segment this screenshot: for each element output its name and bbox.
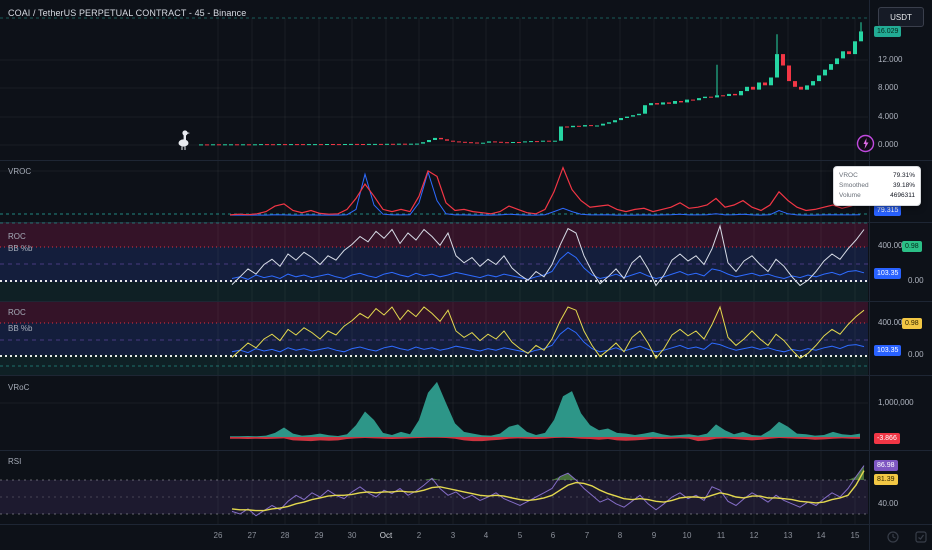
pane-label-vroc2[interactable]: VRoC xyxy=(8,383,29,393)
vroc2-negative-area xyxy=(230,437,860,442)
axis-tick-label: 0.00 xyxy=(908,350,924,359)
time-axis-label[interactable]: 7 xyxy=(585,531,589,541)
pane-label-bb-a[interactable]: BB %b xyxy=(8,244,32,254)
axis-tick-label: 0.000 xyxy=(878,140,899,149)
pane-label-roc-b[interactable]: ROC xyxy=(8,308,26,318)
roc-a-value-badge: 103.35 xyxy=(874,268,902,279)
price-candles xyxy=(199,22,863,146)
rocA-lower-band xyxy=(0,282,868,301)
rocB-upper-band xyxy=(0,302,868,323)
pane-label-roc-a[interactable]: ROC xyxy=(8,232,26,242)
time-axis-label[interactable]: 28 xyxy=(281,531,290,541)
axis-tick-label: 4.000 xyxy=(878,112,899,121)
time-axis-label[interactable]: 6 xyxy=(551,531,555,541)
axis-tick-label: 8.000 xyxy=(878,83,899,92)
pane-label-vroc[interactable]: VROC xyxy=(8,167,31,177)
rsi-smoothed-badge: 81.39 xyxy=(874,474,898,485)
time-axis-label[interactable]: 4 xyxy=(484,531,488,541)
rsi-fast-badge: 86.98 xyxy=(874,460,898,471)
tooltip-value: 4696311 xyxy=(890,192,915,199)
tooltip-row: VROC 79.31% xyxy=(839,171,915,181)
pane-label-bb-b[interactable]: BB %b xyxy=(8,324,32,334)
time-axis-label[interactable]: 27 xyxy=(248,531,257,541)
time-axis-label[interactable]: 26 xyxy=(214,531,223,541)
tooltip-label: Smoothed xyxy=(839,182,869,189)
background-bands xyxy=(0,223,868,514)
axis-tick-label: 1,000,000 xyxy=(878,398,914,407)
time-axis-label[interactable]: 5 xyxy=(518,531,522,541)
time-axis-label[interactable]: 30 xyxy=(348,531,357,541)
tooltip-row: Smoothed 39.18% xyxy=(839,181,915,191)
time-axis-label[interactable]: 9 xyxy=(652,531,656,541)
rocA-upper-band xyxy=(0,223,868,247)
last-price-badge: 16.029 xyxy=(874,26,902,37)
axis-tick-label: 12.000 xyxy=(878,55,903,64)
time-axis-label[interactable]: 29 xyxy=(315,531,324,541)
time-axis-label[interactable]: Oct xyxy=(380,531,392,541)
vroc2-value-badge: -3.866 xyxy=(874,433,900,444)
roc-b-bb-badge: 0.98 xyxy=(902,318,922,329)
vroc2-positive-area xyxy=(230,381,860,437)
axis-tick-label: 400.00 xyxy=(878,318,903,327)
chart-canvas[interactable] xyxy=(0,0,932,550)
axis-tick-label: 40.00 xyxy=(878,499,899,508)
time-axis-label[interactable]: 12 xyxy=(750,531,759,541)
time-axis-label[interactable]: 8 xyxy=(618,531,622,541)
pane-label-rsi[interactable]: RSI xyxy=(8,457,21,467)
time-axis-label[interactable]: 13 xyxy=(784,531,793,541)
roc-a-bb-badge: 0.98 xyxy=(902,241,922,252)
tooltip-label: VROC xyxy=(839,172,858,179)
duck-icon[interactable] xyxy=(174,128,194,152)
axis-tick-label: 0.00 xyxy=(908,276,924,285)
time-axis-label[interactable]: 11 xyxy=(717,531,725,541)
tooltip-row: Volume 4696311 xyxy=(839,191,915,201)
time-axis-label[interactable]: 14 xyxy=(817,531,826,541)
rocB-lower-band xyxy=(0,355,868,375)
tooltip-label: Volume xyxy=(839,192,861,199)
axis-settings-icon[interactable] xyxy=(914,530,928,544)
tooltip-value: 39.18% xyxy=(892,182,915,189)
timezone-clock-icon[interactable] xyxy=(886,530,900,544)
indicator-tooltip: VROC 79.31% Smoothed 39.18% Volume 46963… xyxy=(833,166,921,206)
boost-lightning-icon[interactable] xyxy=(856,134,875,153)
time-axis-label[interactable]: 2 xyxy=(417,531,421,541)
time-axis-label[interactable]: 10 xyxy=(683,531,692,541)
vroc-line xyxy=(229,165,861,216)
currency-toggle-button[interactable]: USDT xyxy=(878,7,924,27)
symbol-title: COAI / TetherUS PERPETUAL CONTRACT - 45 … xyxy=(8,8,247,18)
rsi-fast-line-overbought-fill xyxy=(232,465,864,480)
tooltip-value: 79.31% xyxy=(892,172,915,179)
time-axis-label[interactable]: 15 xyxy=(851,531,860,541)
axis-tick-label: 400.00 xyxy=(878,241,903,250)
trading-terminal: 12.0008.0004.0000.0002,000,000400.000.00… xyxy=(0,0,932,550)
vroc-smoothed-badge: 79.315 xyxy=(874,205,902,216)
time-axis-label[interactable]: 3 xyxy=(451,531,455,541)
roc-b-value-badge: 103.35 xyxy=(874,345,902,356)
